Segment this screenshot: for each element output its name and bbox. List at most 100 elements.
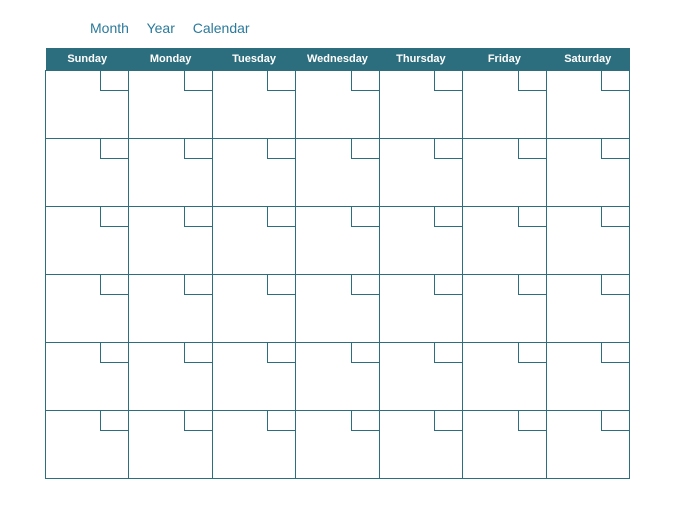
calendar-grid: Sunday Monday Tuesday Wednesday Thursday… bbox=[45, 48, 630, 479]
calendar-row bbox=[46, 207, 630, 275]
calendar-cell bbox=[463, 71, 546, 139]
date-box bbox=[100, 207, 128, 227]
date-box bbox=[518, 139, 546, 159]
date-box bbox=[434, 343, 462, 363]
calendar-cell bbox=[379, 275, 462, 343]
date-box bbox=[601, 71, 629, 91]
calendar-cell bbox=[296, 207, 379, 275]
calendar-row bbox=[46, 139, 630, 207]
date-box bbox=[351, 411, 379, 431]
date-box bbox=[601, 411, 629, 431]
date-box bbox=[601, 343, 629, 363]
date-box bbox=[267, 139, 295, 159]
calendar-cell bbox=[129, 275, 212, 343]
day-header-friday: Friday bbox=[463, 48, 546, 71]
date-box bbox=[601, 139, 629, 159]
date-box bbox=[351, 275, 379, 295]
calendar-cell bbox=[463, 343, 546, 411]
day-header-saturday: Saturday bbox=[546, 48, 629, 71]
date-box bbox=[267, 275, 295, 295]
calendar-row bbox=[46, 411, 630, 479]
calendar-cell bbox=[212, 71, 295, 139]
date-box bbox=[267, 343, 295, 363]
calendar-title: Month Year Calendar bbox=[90, 20, 630, 36]
date-box bbox=[100, 411, 128, 431]
calendar-cell bbox=[546, 275, 629, 343]
calendar-cell bbox=[129, 71, 212, 139]
date-box bbox=[184, 411, 212, 431]
day-header-thursday: Thursday bbox=[379, 48, 462, 71]
calendar-cell bbox=[546, 343, 629, 411]
date-box bbox=[434, 139, 462, 159]
calendar-cell bbox=[212, 207, 295, 275]
calendar-cell bbox=[212, 343, 295, 411]
calendar-cell bbox=[379, 139, 462, 207]
calendar-cell bbox=[129, 343, 212, 411]
day-header-wednesday: Wednesday bbox=[296, 48, 379, 71]
calendar-cell bbox=[546, 207, 629, 275]
date-box bbox=[351, 207, 379, 227]
date-box bbox=[434, 71, 462, 91]
date-box bbox=[100, 275, 128, 295]
calendar-cell bbox=[46, 275, 129, 343]
date-box bbox=[184, 275, 212, 295]
date-box bbox=[518, 71, 546, 91]
day-header-sunday: Sunday bbox=[46, 48, 129, 71]
date-box bbox=[601, 207, 629, 227]
calendar-row bbox=[46, 275, 630, 343]
date-box bbox=[184, 343, 212, 363]
calendar-cell bbox=[46, 207, 129, 275]
date-box bbox=[184, 207, 212, 227]
date-box bbox=[518, 343, 546, 363]
calendar-body bbox=[46, 71, 630, 479]
day-header-tuesday: Tuesday bbox=[212, 48, 295, 71]
date-box bbox=[184, 139, 212, 159]
calendar-cell bbox=[46, 71, 129, 139]
calendar-row bbox=[46, 71, 630, 139]
date-box bbox=[601, 275, 629, 295]
date-box bbox=[100, 71, 128, 91]
date-box bbox=[267, 71, 295, 91]
calendar-cell bbox=[463, 139, 546, 207]
calendar-cell bbox=[212, 275, 295, 343]
calendar-cell bbox=[379, 411, 462, 479]
calendar-cell bbox=[463, 207, 546, 275]
calendar-cell bbox=[212, 411, 295, 479]
calendar-cell bbox=[296, 411, 379, 479]
title-label: Calendar bbox=[193, 20, 250, 36]
date-box bbox=[351, 71, 379, 91]
calendar-cell bbox=[463, 411, 546, 479]
calendar-cell bbox=[379, 71, 462, 139]
day-header-monday: Monday bbox=[129, 48, 212, 71]
date-box bbox=[518, 411, 546, 431]
date-box bbox=[434, 275, 462, 295]
date-box bbox=[267, 207, 295, 227]
calendar-row bbox=[46, 343, 630, 411]
day-header-row: Sunday Monday Tuesday Wednesday Thursday… bbox=[46, 48, 630, 71]
date-box bbox=[184, 71, 212, 91]
calendar-cell bbox=[463, 275, 546, 343]
date-box bbox=[267, 411, 295, 431]
date-box bbox=[100, 343, 128, 363]
title-month: Month bbox=[90, 20, 129, 36]
calendar-cell bbox=[46, 343, 129, 411]
title-year: Year bbox=[147, 20, 175, 36]
date-box bbox=[518, 207, 546, 227]
calendar-cell bbox=[379, 207, 462, 275]
calendar-cell bbox=[546, 71, 629, 139]
calendar-cell bbox=[296, 71, 379, 139]
date-box bbox=[434, 207, 462, 227]
calendar-cell bbox=[546, 139, 629, 207]
calendar-cell bbox=[129, 411, 212, 479]
calendar-cell bbox=[379, 343, 462, 411]
calendar-cell bbox=[129, 207, 212, 275]
calendar-cell bbox=[296, 275, 379, 343]
date-box bbox=[351, 139, 379, 159]
calendar-cell bbox=[296, 139, 379, 207]
calendar-cell bbox=[212, 139, 295, 207]
calendar-cell bbox=[46, 139, 129, 207]
date-box bbox=[434, 411, 462, 431]
date-box bbox=[518, 275, 546, 295]
date-box bbox=[351, 343, 379, 363]
calendar-cell bbox=[546, 411, 629, 479]
